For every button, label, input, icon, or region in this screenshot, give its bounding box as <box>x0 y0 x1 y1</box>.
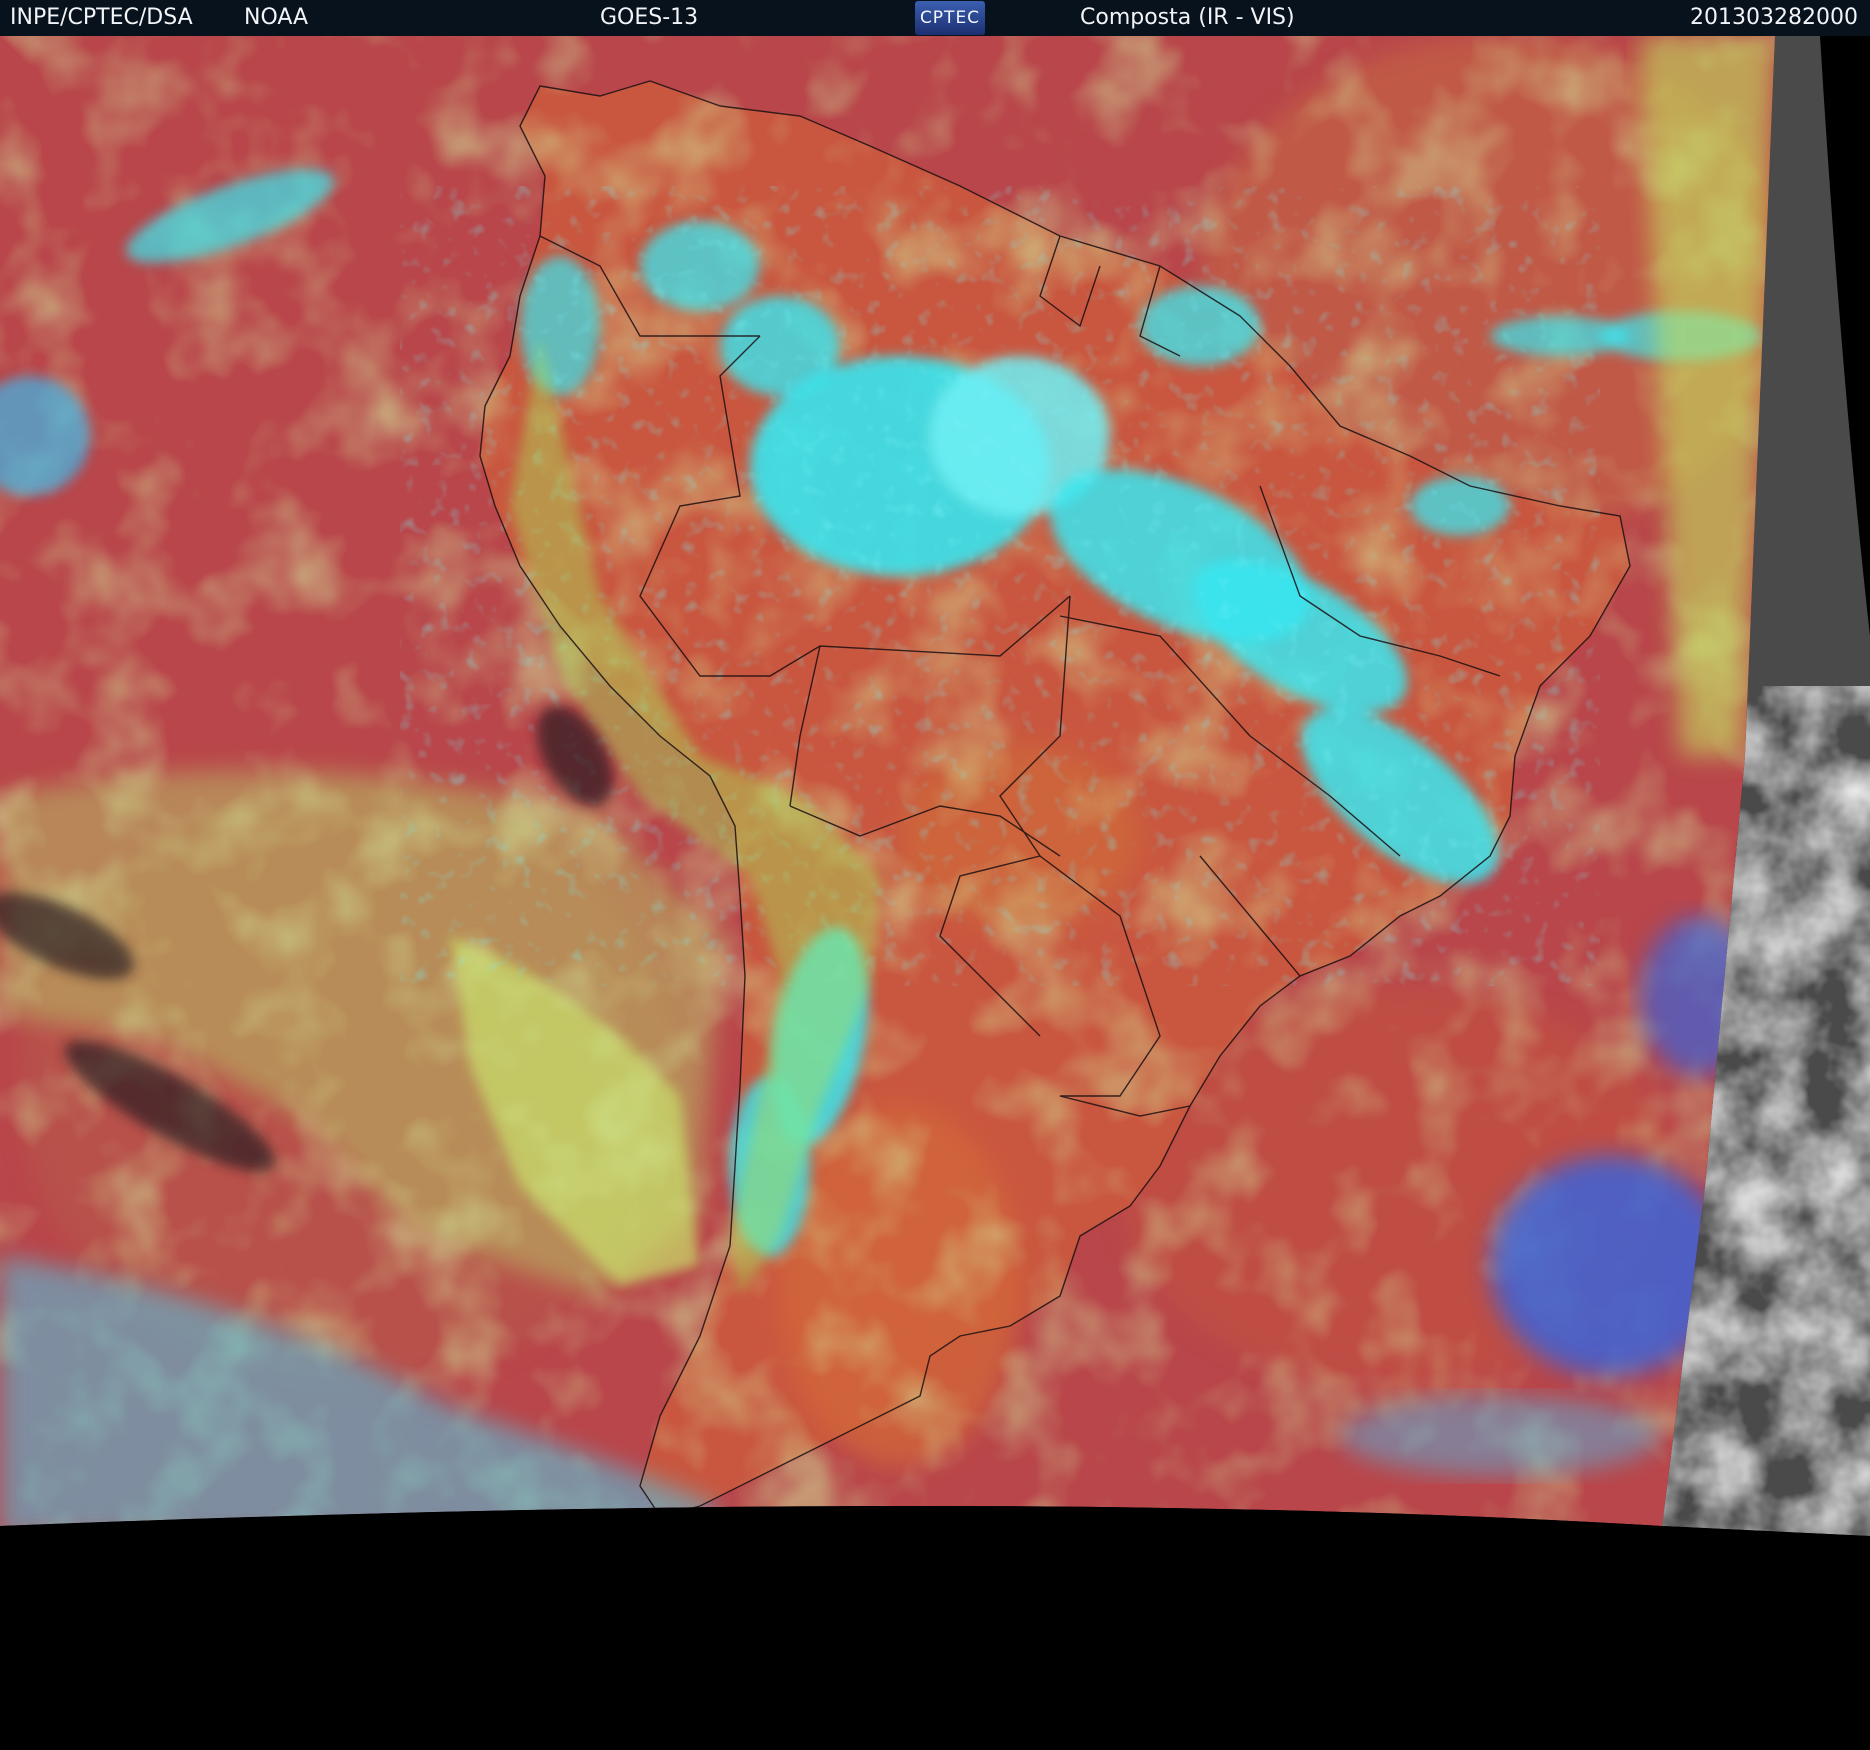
composite-image <box>0 36 1775 1526</box>
source-label: INPE/CPTEC/DSA <box>10 5 193 30</box>
noaa-label: NOAA <box>244 5 309 30</box>
space-lower <box>0 1506 1870 1750</box>
header-bar: INPE/CPTEC/DSA NOAA GOES-13 CPTEC Compos… <box>0 0 1870 36</box>
satellite-map <box>0 36 1870 1750</box>
logo-text: CPTEC <box>919 8 981 28</box>
product-label: Composta (IR - VIS) <box>1080 5 1295 30</box>
satellite-image <box>0 36 1870 1750</box>
timestamp-label: 201303282000 <box>1690 5 1858 30</box>
satellite-label: GOES-13 <box>600 5 699 30</box>
cptec-logo: CPTEC <box>915 1 985 35</box>
